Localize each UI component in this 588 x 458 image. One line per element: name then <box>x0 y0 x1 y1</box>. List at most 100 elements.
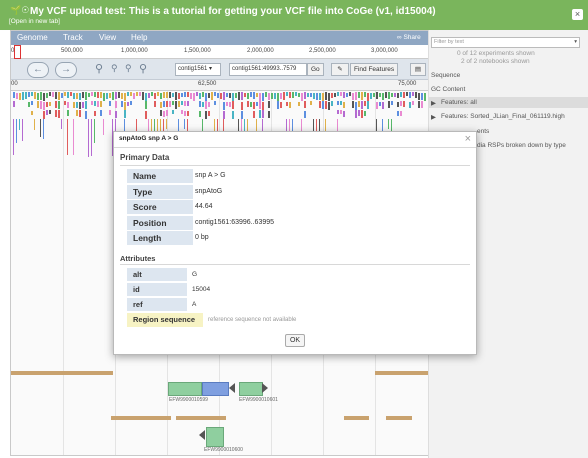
snp-mark[interactable] <box>256 93 258 97</box>
snp-mark[interactable] <box>337 101 339 105</box>
snp-mark[interactable] <box>409 102 411 108</box>
snp-mark[interactable] <box>391 101 393 105</box>
snp-mark[interactable] <box>310 93 312 97</box>
snp-mark[interactable] <box>355 92 357 100</box>
snp-mark[interactable] <box>163 111 165 117</box>
snp-mark[interactable] <box>76 93 78 99</box>
snp-mark[interactable] <box>226 93 228 97</box>
snp-mark[interactable] <box>205 101 207 109</box>
snp-mark[interactable] <box>199 101 201 107</box>
snp-mark[interactable] <box>160 102 162 108</box>
snp-mark[interactable] <box>109 93 111 98</box>
snp-mark[interactable] <box>319 101 321 108</box>
snp-mark[interactable] <box>406 92 408 96</box>
snp-mark[interactable] <box>289 92 291 98</box>
snp-mark[interactable] <box>361 110 363 118</box>
gene-feature[interactable] <box>202 382 229 396</box>
snp-mark[interactable] <box>127 92 129 96</box>
snp-mark[interactable] <box>271 93 273 99</box>
snp-mark[interactable] <box>181 101 183 105</box>
snp-mark[interactable] <box>388 119 389 129</box>
snp-mark[interactable] <box>94 92 96 97</box>
snp-mark[interactable] <box>379 102 381 106</box>
snp-mark[interactable] <box>349 92 351 96</box>
snp-mark[interactable] <box>250 102 252 107</box>
sidebar-item-sequence[interactable]: Sequence <box>431 72 460 79</box>
snp-mark[interactable] <box>400 101 402 106</box>
snp-mark[interactable] <box>100 101 102 107</box>
snp-mark[interactable] <box>58 92 60 100</box>
snp-mark[interactable] <box>337 92 339 96</box>
snp-mark[interactable] <box>229 102 231 107</box>
feature-bar[interactable] <box>111 416 171 420</box>
snp-mark[interactable] <box>79 110 81 117</box>
snp-mark[interactable] <box>283 92 285 100</box>
snp-mark[interactable] <box>205 111 207 119</box>
snp-mark[interactable] <box>292 92 294 98</box>
snp-mark[interactable] <box>19 93 21 100</box>
snp-mark[interactable] <box>232 93 234 101</box>
snp-mark[interactable] <box>61 119 62 129</box>
snp-mark[interactable] <box>133 93 135 99</box>
snp-mark[interactable] <box>385 92 387 98</box>
snp-mark[interactable] <box>166 110 168 116</box>
snp-mark[interactable] <box>85 92 87 100</box>
zoom-out-icon[interactable]: ⚲ <box>95 62 103 75</box>
snp-mark[interactable] <box>97 101 99 107</box>
snp-mark[interactable] <box>28 92 30 97</box>
snp-mark[interactable] <box>244 93 246 97</box>
snp-mark[interactable] <box>268 101 270 108</box>
snp-mark[interactable] <box>13 92 15 98</box>
snp-mark[interactable] <box>337 110 339 114</box>
snp-mark[interactable] <box>352 101 354 108</box>
feature-bar[interactable] <box>344 416 369 420</box>
snp-mark[interactable] <box>238 92 240 100</box>
snp-mark[interactable] <box>367 93 369 101</box>
snp-mark[interactable] <box>172 101 174 105</box>
snp-mark[interactable] <box>190 93 192 99</box>
snp-mark[interactable] <box>397 93 399 98</box>
close-icon[interactable]: × <box>572 9 583 20</box>
snp-mark[interactable] <box>160 110 162 116</box>
pan-left-button[interactable]: ← <box>27 62 49 78</box>
snp-mark[interactable] <box>322 101 324 109</box>
snp-mark[interactable] <box>46 102 48 107</box>
snp-mark[interactable] <box>67 102 69 108</box>
overview-location-marker[interactable] <box>14 45 21 59</box>
snp-mark[interactable] <box>94 111 96 116</box>
snp-mark[interactable] <box>103 93 105 101</box>
snp-mark[interactable] <box>127 102 129 106</box>
snp-mark[interactable] <box>388 101 390 108</box>
snp-mark[interactable] <box>262 110 264 118</box>
snp-mark[interactable] <box>103 119 104 135</box>
snp-mark[interactable] <box>340 92 342 96</box>
snp-mark[interactable] <box>259 110 261 118</box>
snp-mark[interactable] <box>34 92 36 99</box>
snp-mark[interactable] <box>214 92 216 96</box>
snp-mark[interactable] <box>181 93 183 97</box>
menu-genome[interactable]: Genome <box>17 33 48 42</box>
snp-mark[interactable] <box>88 93 90 97</box>
snp-mark[interactable] <box>145 101 147 109</box>
snp-mark[interactable] <box>358 101 360 107</box>
snp-mark[interactable] <box>277 93 279 101</box>
snp-mark[interactable] <box>82 102 84 108</box>
snp-mark[interactable] <box>106 93 108 99</box>
snp-mark[interactable] <box>229 93 231 98</box>
snp-mark[interactable] <box>334 93 336 97</box>
snp-mark[interactable] <box>286 92 288 96</box>
snp-mark[interactable] <box>202 92 204 97</box>
snp-mark[interactable] <box>217 93 219 98</box>
snp-mark[interactable] <box>130 92 132 96</box>
snp-mark[interactable] <box>214 101 216 105</box>
snp-mark[interactable] <box>184 92 186 97</box>
snp-mark[interactable] <box>241 102 243 110</box>
snp-mark[interactable] <box>109 110 111 115</box>
snp-mark[interactable] <box>196 92 198 96</box>
snp-mark[interactable] <box>352 93 354 100</box>
snp-mark[interactable] <box>394 93 396 97</box>
snp-mark[interactable] <box>262 93 264 101</box>
snp-mark[interactable] <box>322 93 324 101</box>
track-list-toggle[interactable]: ▤ <box>410 63 426 76</box>
snp-mark[interactable] <box>193 93 195 101</box>
